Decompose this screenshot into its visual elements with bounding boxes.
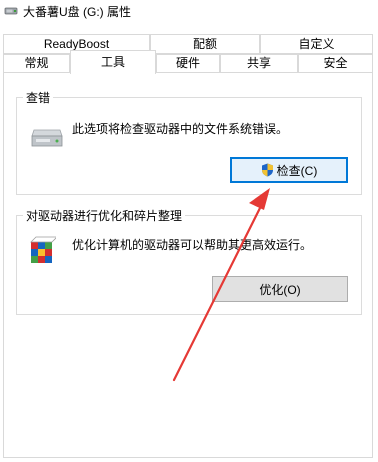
defrag-icon bbox=[30, 236, 58, 267]
optimize-title: 对驱动器进行优化和碎片整理 bbox=[23, 207, 186, 224]
check-button-label: 检查(C) bbox=[276, 163, 318, 178]
tab-customize[interactable]: 自定义 bbox=[260, 34, 373, 54]
tab-tools[interactable]: 工具 bbox=[70, 50, 156, 74]
optimize-description: 优化计算机的驱动器可以帮助其更高效运行。 bbox=[72, 238, 313, 252]
optimize-button[interactable]: 优化(O) bbox=[212, 276, 348, 302]
tab-security[interactable]: 安全 bbox=[298, 54, 373, 73]
tab-general[interactable]: 常规 bbox=[3, 54, 70, 73]
error-check-title: 查错 bbox=[23, 89, 54, 106]
drive-icon bbox=[30, 128, 64, 151]
tab-hardware[interactable]: 硬件 bbox=[156, 54, 220, 73]
uac-shield-icon bbox=[261, 163, 274, 177]
tab-quota[interactable]: 配额 bbox=[150, 34, 260, 54]
tab-sharing[interactable]: 共享 bbox=[220, 54, 298, 73]
check-button[interactable]: 检查(C) bbox=[230, 157, 348, 183]
error-check-description: 此选项将检查驱动器中的文件系统错误。 bbox=[72, 122, 289, 136]
usb-drive-icon bbox=[4, 4, 18, 18]
window-title: 大番薯U盘 (G:) 属性 bbox=[23, 4, 131, 19]
optimize-button-label: 优化(O) bbox=[259, 282, 301, 297]
title-bar: 大番薯U盘 (G:) 属性 bbox=[0, 0, 378, 22]
